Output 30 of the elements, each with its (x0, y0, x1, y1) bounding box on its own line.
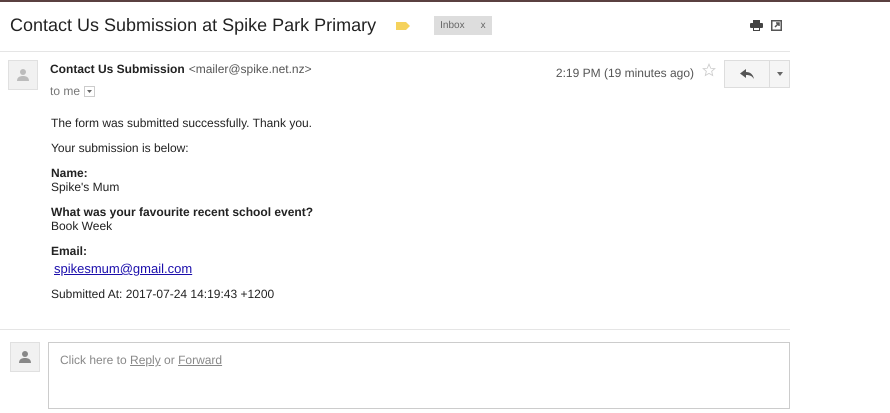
avatar-icon (10, 342, 40, 372)
field-label: What was your favourite recent school event? (51, 205, 314, 219)
field-label: Email: (51, 244, 88, 258)
star-icon[interactable] (702, 63, 716, 77)
email-subject: Contact Us Submission at Spike Park Primary (10, 14, 376, 37)
reply-link[interactable]: Reply (130, 353, 161, 367)
print-icon[interactable] (750, 20, 763, 31)
reply-prompt[interactable]: Click here to Reply or Forward (48, 342, 790, 409)
body-text: Submitted At: 2017-07-24 14:19:43 +1200 (51, 287, 274, 301)
body-text: Your submission is below: (51, 141, 189, 155)
body-text: The form was submitted successfully. Thank you. (51, 116, 312, 130)
caret-icon (87, 90, 92, 92)
recipient-text: to me (50, 83, 80, 100)
caret-icon (776, 72, 782, 76)
new-window-icon[interactable] (771, 20, 782, 31)
reply-button[interactable] (724, 60, 770, 88)
field-value: Book Week (51, 219, 114, 233)
avatar-icon (8, 60, 38, 90)
message-time: 2:19 PM (19 minutes ago) (556, 65, 694, 82)
remove-label-button[interactable]: x (480, 18, 486, 33)
sender-email: <mailer@spike.net.nz> (188, 61, 312, 78)
details-dropdown-button[interactable] (84, 86, 96, 96)
sender-name: Contact Us Submission (50, 61, 185, 78)
field-value: Spike's Mum (51, 180, 120, 194)
forward-link[interactable]: Forward (178, 353, 222, 367)
reply-arrow-icon (740, 69, 754, 79)
label-text: Inbox (440, 19, 465, 33)
field-label: Name: (51, 166, 89, 180)
more-options-button[interactable] (770, 60, 790, 88)
email-link[interactable]: spikesmum@gmail.com (54, 261, 192, 276)
